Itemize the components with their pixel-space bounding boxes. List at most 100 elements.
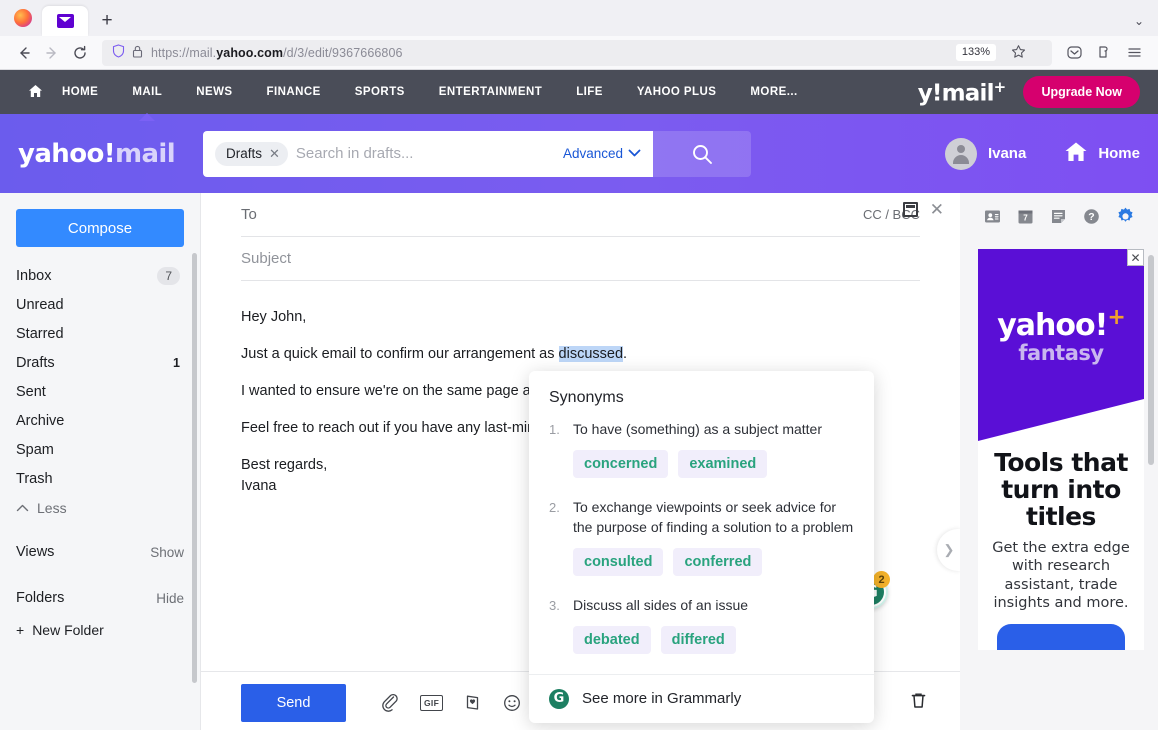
folders-hide-action[interactable]: Hide: [156, 591, 184, 606]
nav-item-life[interactable]: LIFE: [559, 70, 620, 114]
new-folder-button[interactable]: + New Folder: [16, 615, 184, 645]
send-button[interactable]: Send: [241, 683, 346, 722]
views-label: Views: [16, 544, 55, 560]
synonym-word[interactable]: consulted: [573, 547, 664, 576]
advanced-search-toggle[interactable]: Advanced: [563, 146, 641, 161]
expand-panel-chevron-right-icon[interactable]: ❯: [937, 529, 961, 571]
search-chip-label: Drafts: [226, 146, 263, 161]
calendar-icon[interactable]: 7: [1016, 207, 1035, 226]
to-field-row[interactable]: To CC / BCC: [241, 193, 920, 237]
sidebar-scrollbar[interactable]: [192, 253, 197, 683]
drafts-count: 1: [173, 355, 180, 370]
synonym-word[interactable]: concerned: [573, 449, 669, 478]
sidebar-item-starred[interactable]: Starred: [16, 319, 184, 348]
browser-tab-bar: + ⌄: [0, 0, 1158, 36]
ad-brand-plus: +: [1107, 305, 1125, 330]
address-bar[interactable]: https://mail.yahoo.com/d/3/edit/93676668…: [102, 39, 1052, 66]
search-area: Drafts ✕ Advanced: [203, 130, 751, 177]
synonyms-title: Synonyms: [549, 389, 624, 406]
search-scope-chip[interactable]: Drafts ✕: [215, 141, 288, 166]
search-icon: [693, 144, 712, 164]
sidebar-item-label: Inbox: [16, 267, 52, 284]
synonym-entry: 1. To have (something) as a subject matt…: [549, 420, 854, 440]
synonym-word-list: debated differed: [573, 625, 854, 654]
search-box[interactable]: Drafts ✕ Advanced: [203, 130, 653, 177]
body-line-1: Just a quick email to confirm our arrang…: [241, 344, 920, 365]
synonym-word[interactable]: examined: [678, 449, 768, 478]
yahoo-mail-header: yahoo!mail Drafts ✕ Advanced Ivana: [0, 114, 1158, 193]
close-compose-icon[interactable]: ✕: [930, 201, 944, 218]
folders-label: Folders: [16, 590, 65, 606]
sidebar-item-archive[interactable]: Archive: [16, 406, 184, 435]
compose-button[interactable]: Compose: [16, 209, 184, 247]
nav-item-more[interactable]: MORE...: [733, 70, 814, 114]
synonym-word[interactable]: debated: [573, 625, 651, 654]
sidebar-item-unread[interactable]: Unread: [16, 290, 184, 319]
sidebar-item-label: Sent: [16, 383, 46, 400]
search-chip-remove-icon[interactable]: ✕: [269, 146, 280, 162]
reload-button[interactable]: [66, 39, 94, 67]
nav-item-yahoo-plus[interactable]: YAHOO PLUS: [620, 70, 733, 114]
sidebar-item-inbox[interactable]: Inbox 7: [16, 261, 184, 290]
yahoo-mail-logo[interactable]: yahoo!mail: [18, 139, 203, 169]
nav-item-sports[interactable]: SPORTS: [338, 70, 422, 114]
nav-item-finance[interactable]: FINANCE: [250, 70, 338, 114]
forward-button[interactable]: [38, 39, 66, 67]
subject-field-row[interactable]: Subject: [241, 237, 920, 281]
sidebar-section-views[interactable]: Views Show: [16, 535, 184, 569]
sidebar-item-drafts[interactable]: Drafts 1: [16, 348, 184, 377]
emoji-icon[interactable]: [502, 693, 522, 713]
home-link[interactable]: Home: [1064, 141, 1140, 167]
lock-icon[interactable]: [132, 45, 143, 61]
settings-gear-icon[interactable]: [1115, 206, 1136, 227]
sidebar-less-toggle[interactable]: Less: [16, 493, 184, 523]
browser-tab[interactable]: [42, 6, 88, 36]
account-name: Ivana: [987, 145, 1027, 162]
nav-item-mail[interactable]: MAIL: [115, 70, 179, 114]
synonym-number: 2.: [549, 499, 560, 515]
synonym-word[interactable]: conferred: [673, 547, 763, 576]
bookmark-star-icon[interactable]: [1011, 44, 1026, 62]
back-button[interactable]: [10, 39, 38, 67]
nav-item-news[interactable]: NEWS: [179, 70, 249, 114]
ad-close-icon[interactable]: ✕: [1127, 249, 1144, 266]
main-content-row: Compose Inbox 7 Unread Starred Drafts 1 …: [0, 193, 1158, 730]
upgrade-now-button[interactable]: Upgrade Now: [1023, 76, 1140, 108]
greeting-card-icon[interactable]: [463, 693, 482, 712]
highlighted-word[interactable]: discussed: [558, 346, 624, 363]
new-tab-button[interactable]: +: [92, 6, 122, 36]
see-more-in-grammarly-link[interactable]: G See more in Grammarly: [529, 673, 874, 723]
extensions-icon[interactable]: [1090, 39, 1118, 67]
list-all-tabs-chevron-icon[interactable]: ⌄: [1134, 14, 1144, 28]
nav-item-entertainment[interactable]: ENTERTAINMENT: [422, 70, 559, 114]
contacts-icon[interactable]: [983, 207, 1002, 226]
delete-draft-icon[interactable]: [909, 691, 928, 715]
tracking-shield-icon[interactable]: [112, 44, 125, 61]
synonym-number: 1.: [549, 422, 560, 437]
body-line-1-pre: Just a quick email to confirm our arrang…: [241, 346, 559, 363]
synonym-entry: 2. To exchange viewpoints or seek advice…: [549, 498, 854, 538]
help-icon[interactable]: ?: [1082, 207, 1101, 226]
advertisement[interactable]: ✕ yahoo!+ fantasy Tools that turn into t…: [978, 249, 1144, 651]
synonym-entry: 3. Discuss all sides of an issue: [549, 596, 854, 616]
notepad-icon[interactable]: [1049, 207, 1068, 226]
search-button[interactable]: [653, 130, 751, 177]
account-menu[interactable]: Ivana: [944, 137, 1027, 170]
sidebar-section-folders[interactable]: Folders Hide: [16, 581, 184, 615]
rail-scrollbar-thumb[interactable]: [1148, 255, 1154, 465]
expand-window-icon[interactable]: [902, 202, 918, 217]
pocket-save-icon[interactable]: [1060, 39, 1088, 67]
views-show-action[interactable]: Show: [150, 545, 184, 560]
gif-icon[interactable]: GIF: [420, 694, 444, 711]
sidebar-item-spam[interactable]: Spam: [16, 435, 184, 464]
ad-subtext: Get the extra edge with research assista…: [992, 540, 1130, 611]
sidebar-item-trash[interactable]: Trash: [16, 464, 184, 493]
zoom-level-indicator[interactable]: 133%: [955, 43, 996, 62]
ad-cta-button[interactable]: [997, 624, 1125, 651]
hamburger-menu-icon[interactable]: [1120, 39, 1148, 67]
paperclip-icon[interactable]: [380, 693, 400, 713]
sidebar-item-sent[interactable]: Sent: [16, 377, 184, 406]
search-input[interactable]: [295, 145, 563, 162]
nav-item-home[interactable]: HOME: [45, 70, 115, 114]
synonym-word[interactable]: differed: [660, 625, 736, 654]
